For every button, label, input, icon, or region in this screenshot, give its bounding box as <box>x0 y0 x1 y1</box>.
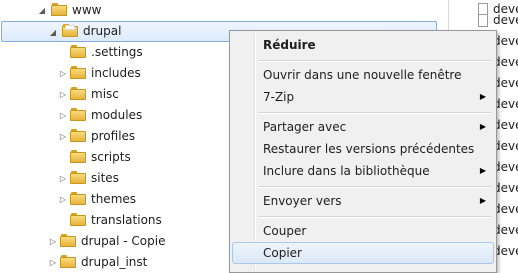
tree-item-label: www <box>72 3 102 17</box>
submenu-arrow-icon: ▶ <box>479 166 486 175</box>
tree-item-label: misc <box>91 87 119 101</box>
folder-icon <box>70 108 86 121</box>
file-icon <box>478 14 488 27</box>
expand-arrow-icon[interactable]: ▷ <box>58 84 68 105</box>
expand-arrow-icon[interactable]: ▷ <box>58 126 68 147</box>
collapse-arrow-icon[interactable]: ◢ <box>48 22 58 43</box>
folder-icon <box>70 87 86 100</box>
folder-icon <box>51 3 67 16</box>
tree-item-label: sites <box>91 171 119 185</box>
folder-icon <box>70 129 86 142</box>
tree-item-label: .settings <box>91 45 143 59</box>
expand-arrow-icon <box>58 147 68 168</box>
menu-item-open-new-window[interactable]: Ouvrir dans une nouvelle fenêtre <box>232 64 494 86</box>
submenu-arrow-icon: ▶ <box>479 92 486 101</box>
folder-icon <box>70 150 86 163</box>
menu-separator <box>258 186 492 188</box>
tree-item-www[interactable]: ◢ www <box>0 0 448 21</box>
tree-item-label: translations <box>91 213 162 227</box>
expand-arrow-icon[interactable]: ▷ <box>48 252 58 273</box>
folder-icon <box>62 24 78 37</box>
expand-arrow-icon[interactable]: ▷ <box>58 189 68 210</box>
menu-separator <box>258 60 492 62</box>
menu-item-restore-previous-versions[interactable]: Restaurer les versions précédentes <box>232 138 494 160</box>
menu-item-share-with[interactable]: Partager avec ▶ <box>232 116 494 138</box>
expand-arrow-icon[interactable]: ▷ <box>58 105 68 126</box>
menu-item-cut[interactable]: Couper <box>232 220 494 242</box>
folder-icon <box>60 234 76 247</box>
folder-icon <box>70 213 86 226</box>
tree-item-label: modules <box>91 108 143 122</box>
menu-item-7zip[interactable]: 7-Zip ▶ <box>232 86 494 108</box>
submenu-arrow-icon: ▶ <box>479 196 486 205</box>
folder-icon <box>70 66 86 79</box>
tree-item-label: themes <box>91 192 137 206</box>
menu-item-collapse[interactable]: Réduire <box>232 34 494 56</box>
menu-item-include-in-library[interactable]: Inclure dans la bibliothèque ▶ <box>232 160 494 182</box>
tree-item-label: drupal - Copie <box>81 234 166 248</box>
menu-item-send-to[interactable]: Envoyer vers ▶ <box>232 190 494 212</box>
folder-icon <box>70 171 86 184</box>
expand-arrow-icon <box>60 42 70 63</box>
file-item[interactable]: deve <box>475 10 518 31</box>
collapse-arrow-icon[interactable]: ◢ <box>37 0 47 21</box>
menu-item-copy[interactable]: Copier <box>232 242 494 264</box>
folder-icon <box>60 255 76 268</box>
tree-item-label: drupal_inst <box>81 255 148 269</box>
expand-arrow-icon[interactable]: ▷ <box>48 231 58 252</box>
tree-item-label: includes <box>91 66 141 80</box>
context-menu: Réduire Ouvrir dans une nouvelle fenêtre… <box>229 30 497 273</box>
tree-item-label: scripts <box>91 150 131 164</box>
menu-separator <box>258 112 492 114</box>
expand-arrow-icon[interactable]: ▷ <box>58 168 68 189</box>
expand-arrow-icon[interactable]: ▷ <box>58 63 68 84</box>
tree-item-label: profiles <box>91 129 136 143</box>
tree-item-label: drupal <box>83 24 122 38</box>
folder-icon <box>70 192 86 205</box>
submenu-arrow-icon: ▶ <box>479 122 486 131</box>
expand-arrow-icon <box>58 210 68 231</box>
folder-icon <box>70 45 86 58</box>
menu-separator <box>258 216 492 218</box>
